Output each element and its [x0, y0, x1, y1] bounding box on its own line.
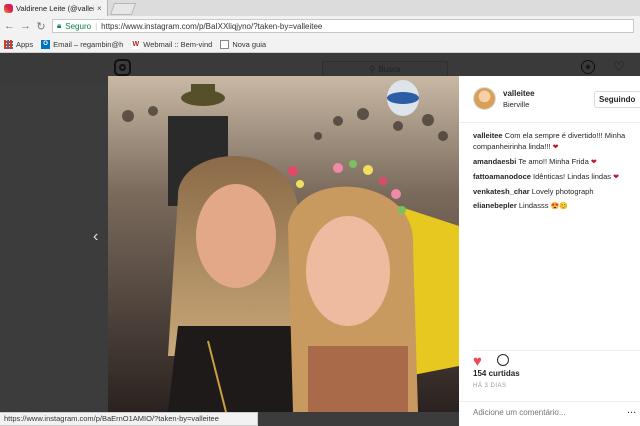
forward-icon[interactable]: →	[20, 20, 31, 32]
bookmark-label: Apps	[16, 39, 34, 49]
post-header: valleitee Bierville Seguindo	[459, 76, 640, 123]
outlook-icon: O	[41, 39, 51, 49]
post-timestamp: HÁ 3 DIAS	[473, 383, 507, 389]
comment-username[interactable]: amandaesbi	[473, 157, 516, 166]
face-emoji-icon: 😍😊	[550, 203, 569, 210]
bookmark-label: Webmail :: Bem-vind	[143, 39, 213, 49]
comment-item: venkatesh_char Lovely photograph	[473, 186, 640, 197]
tab-bar: Valdirene Leite (@vallei ×	[0, 0, 640, 16]
comment-text: Idênticas! Lindas lindas	[533, 172, 611, 181]
comment-item: elianebepler Lindasss 😍😊	[473, 200, 640, 212]
address-bar: ← → ↻ 🔒︎ Seguro | https://www.instagram.…	[0, 16, 640, 36]
comment-text: Lovely photograph	[531, 187, 594, 196]
bookmark-label: Email – regambin@h	[53, 39, 124, 49]
tab-title: Valdirene Leite (@vallei	[16, 3, 94, 13]
post-location[interactable]: Bierville	[503, 100, 529, 109]
comment-username[interactable]: fattoamanodoce	[473, 172, 531, 181]
url-separator: |	[95, 21, 98, 31]
status-bar-url: https://www.instagram.com/p/BaErnO1AMIO/…	[0, 412, 258, 426]
compass-icon[interactable]: ◈	[581, 60, 595, 74]
likes-count[interactable]: 154 curtidas	[473, 369, 520, 378]
add-comment-bar: ...	[459, 401, 640, 426]
apps-icon	[4, 39, 13, 49]
post-photo[interactable]	[108, 76, 459, 412]
instagram-favicon-icon	[4, 3, 13, 13]
back-icon[interactable]: ←	[4, 20, 15, 32]
search-icon: ⚲	[369, 64, 376, 74]
document-icon	[220, 39, 230, 49]
add-comment-input[interactable]	[473, 408, 613, 417]
close-tab-icon[interactable]: ×	[97, 4, 107, 13]
heart-emoji-icon: ❤	[613, 174, 619, 181]
bookmark-apps[interactable]: Apps	[4, 39, 34, 49]
comment-item: amandaesbi Te amo!! Minha Frida ❤	[473, 156, 640, 168]
photo-illustration	[108, 76, 459, 412]
post-username[interactable]: valleitee	[503, 89, 535, 98]
webmail-icon: W	[131, 39, 141, 49]
previous-post-chevron-icon[interactable]: ‹	[93, 228, 98, 246]
avatar[interactable]	[473, 87, 496, 110]
bookmark-email[interactable]: O Email – regambin@h	[41, 39, 124, 49]
browser-tab[interactable]: Valdirene Leite (@vallei ×	[0, 0, 108, 16]
heart-outline-icon[interactable]: ♡	[612, 60, 626, 74]
like-heart-icon[interactable]: ♥	[473, 353, 482, 370]
heart-emoji-icon: ❤	[552, 144, 559, 151]
comment-username[interactable]: valleitee	[473, 131, 503, 140]
comment-username[interactable]: venkatesh_char	[473, 187, 530, 196]
post-details-panel: valleitee Bierville Seguindo valleitee C…	[459, 76, 640, 426]
bookmark-label: Nova guia	[232, 39, 267, 49]
new-tab-button[interactable]	[109, 3, 137, 15]
more-options-icon[interactable]: ...	[627, 404, 636, 416]
bookmark-webmail[interactable]: W Webmail :: Bem-vind	[131, 39, 213, 49]
comment-text: Te amo!! Minha Frida	[518, 157, 589, 166]
comment-username[interactable]: elianebepler	[473, 201, 517, 210]
comments-list: valleitee Com ela sempre é divertido!!! …	[473, 130, 640, 215]
reload-icon[interactable]: ↻	[36, 20, 46, 33]
lock-icon: 🔒︎	[57, 21, 62, 30]
url-field[interactable]: 🔒︎ Seguro | https://www.instagram.com/p/…	[52, 19, 634, 33]
bookmarks-bar: Apps O Email – regambin@h W Webmail :: B…	[0, 36, 640, 53]
comment-bubble-icon[interactable]	[497, 354, 509, 366]
url-text: https://www.instagram.com/p/BaIXXliqjyno…	[101, 21, 323, 31]
heart-emoji-icon: ❤	[590, 159, 597, 166]
search-placeholder: Busca	[378, 64, 401, 74]
comment-item: valleitee Com ela sempre é divertido!!! …	[473, 130, 640, 153]
comment-text: Lindasss	[518, 201, 549, 210]
comment-item: fattoamanodoce Idênticas! Lindas lindas …	[473, 171, 640, 183]
secure-label: Seguro	[65, 21, 92, 31]
bookmark-nova-guia[interactable]: Nova guia	[220, 39, 267, 49]
search-input[interactable]: ⚲ Busca	[322, 61, 448, 77]
following-button[interactable]: Seguindo	[594, 91, 640, 108]
instagram-logo-icon[interactable]	[114, 59, 131, 76]
